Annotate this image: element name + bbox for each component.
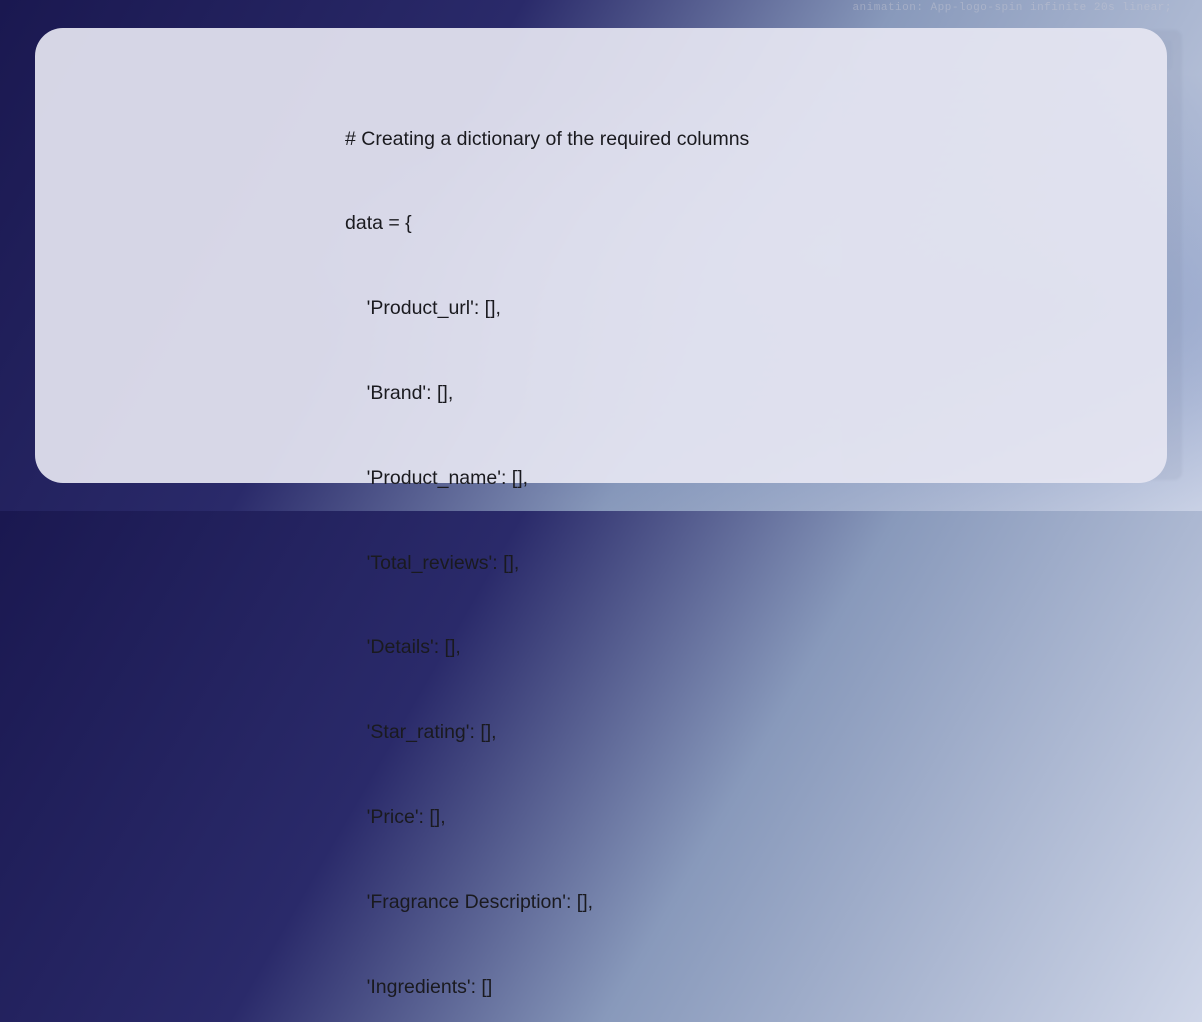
code-line: 'Price': [], (345, 803, 1107, 831)
background-code-text: animation: App-logo-spin infinite 20s li… (852, 2, 1172, 14)
code-line: 'Product_name': [], (345, 464, 1107, 492)
code-line: 'Total_reviews': [], (345, 549, 1107, 577)
code-block: # Creating a dictionary of the required … (345, 68, 1107, 1022)
code-line: 'Ingredients': [] (345, 973, 1107, 1001)
code-line: data = { (345, 209, 1107, 237)
code-line: # Creating a dictionary of the required … (345, 125, 1107, 153)
code-line: 'Star_rating': [], (345, 718, 1107, 746)
code-line: 'Fragrance Description': [], (345, 888, 1107, 916)
code-line: 'Details': [], (345, 633, 1107, 661)
code-line: 'Brand': [], (345, 379, 1107, 407)
code-line: 'Product_url': [], (345, 294, 1107, 322)
code-card: # Creating a dictionary of the required … (35, 28, 1167, 483)
